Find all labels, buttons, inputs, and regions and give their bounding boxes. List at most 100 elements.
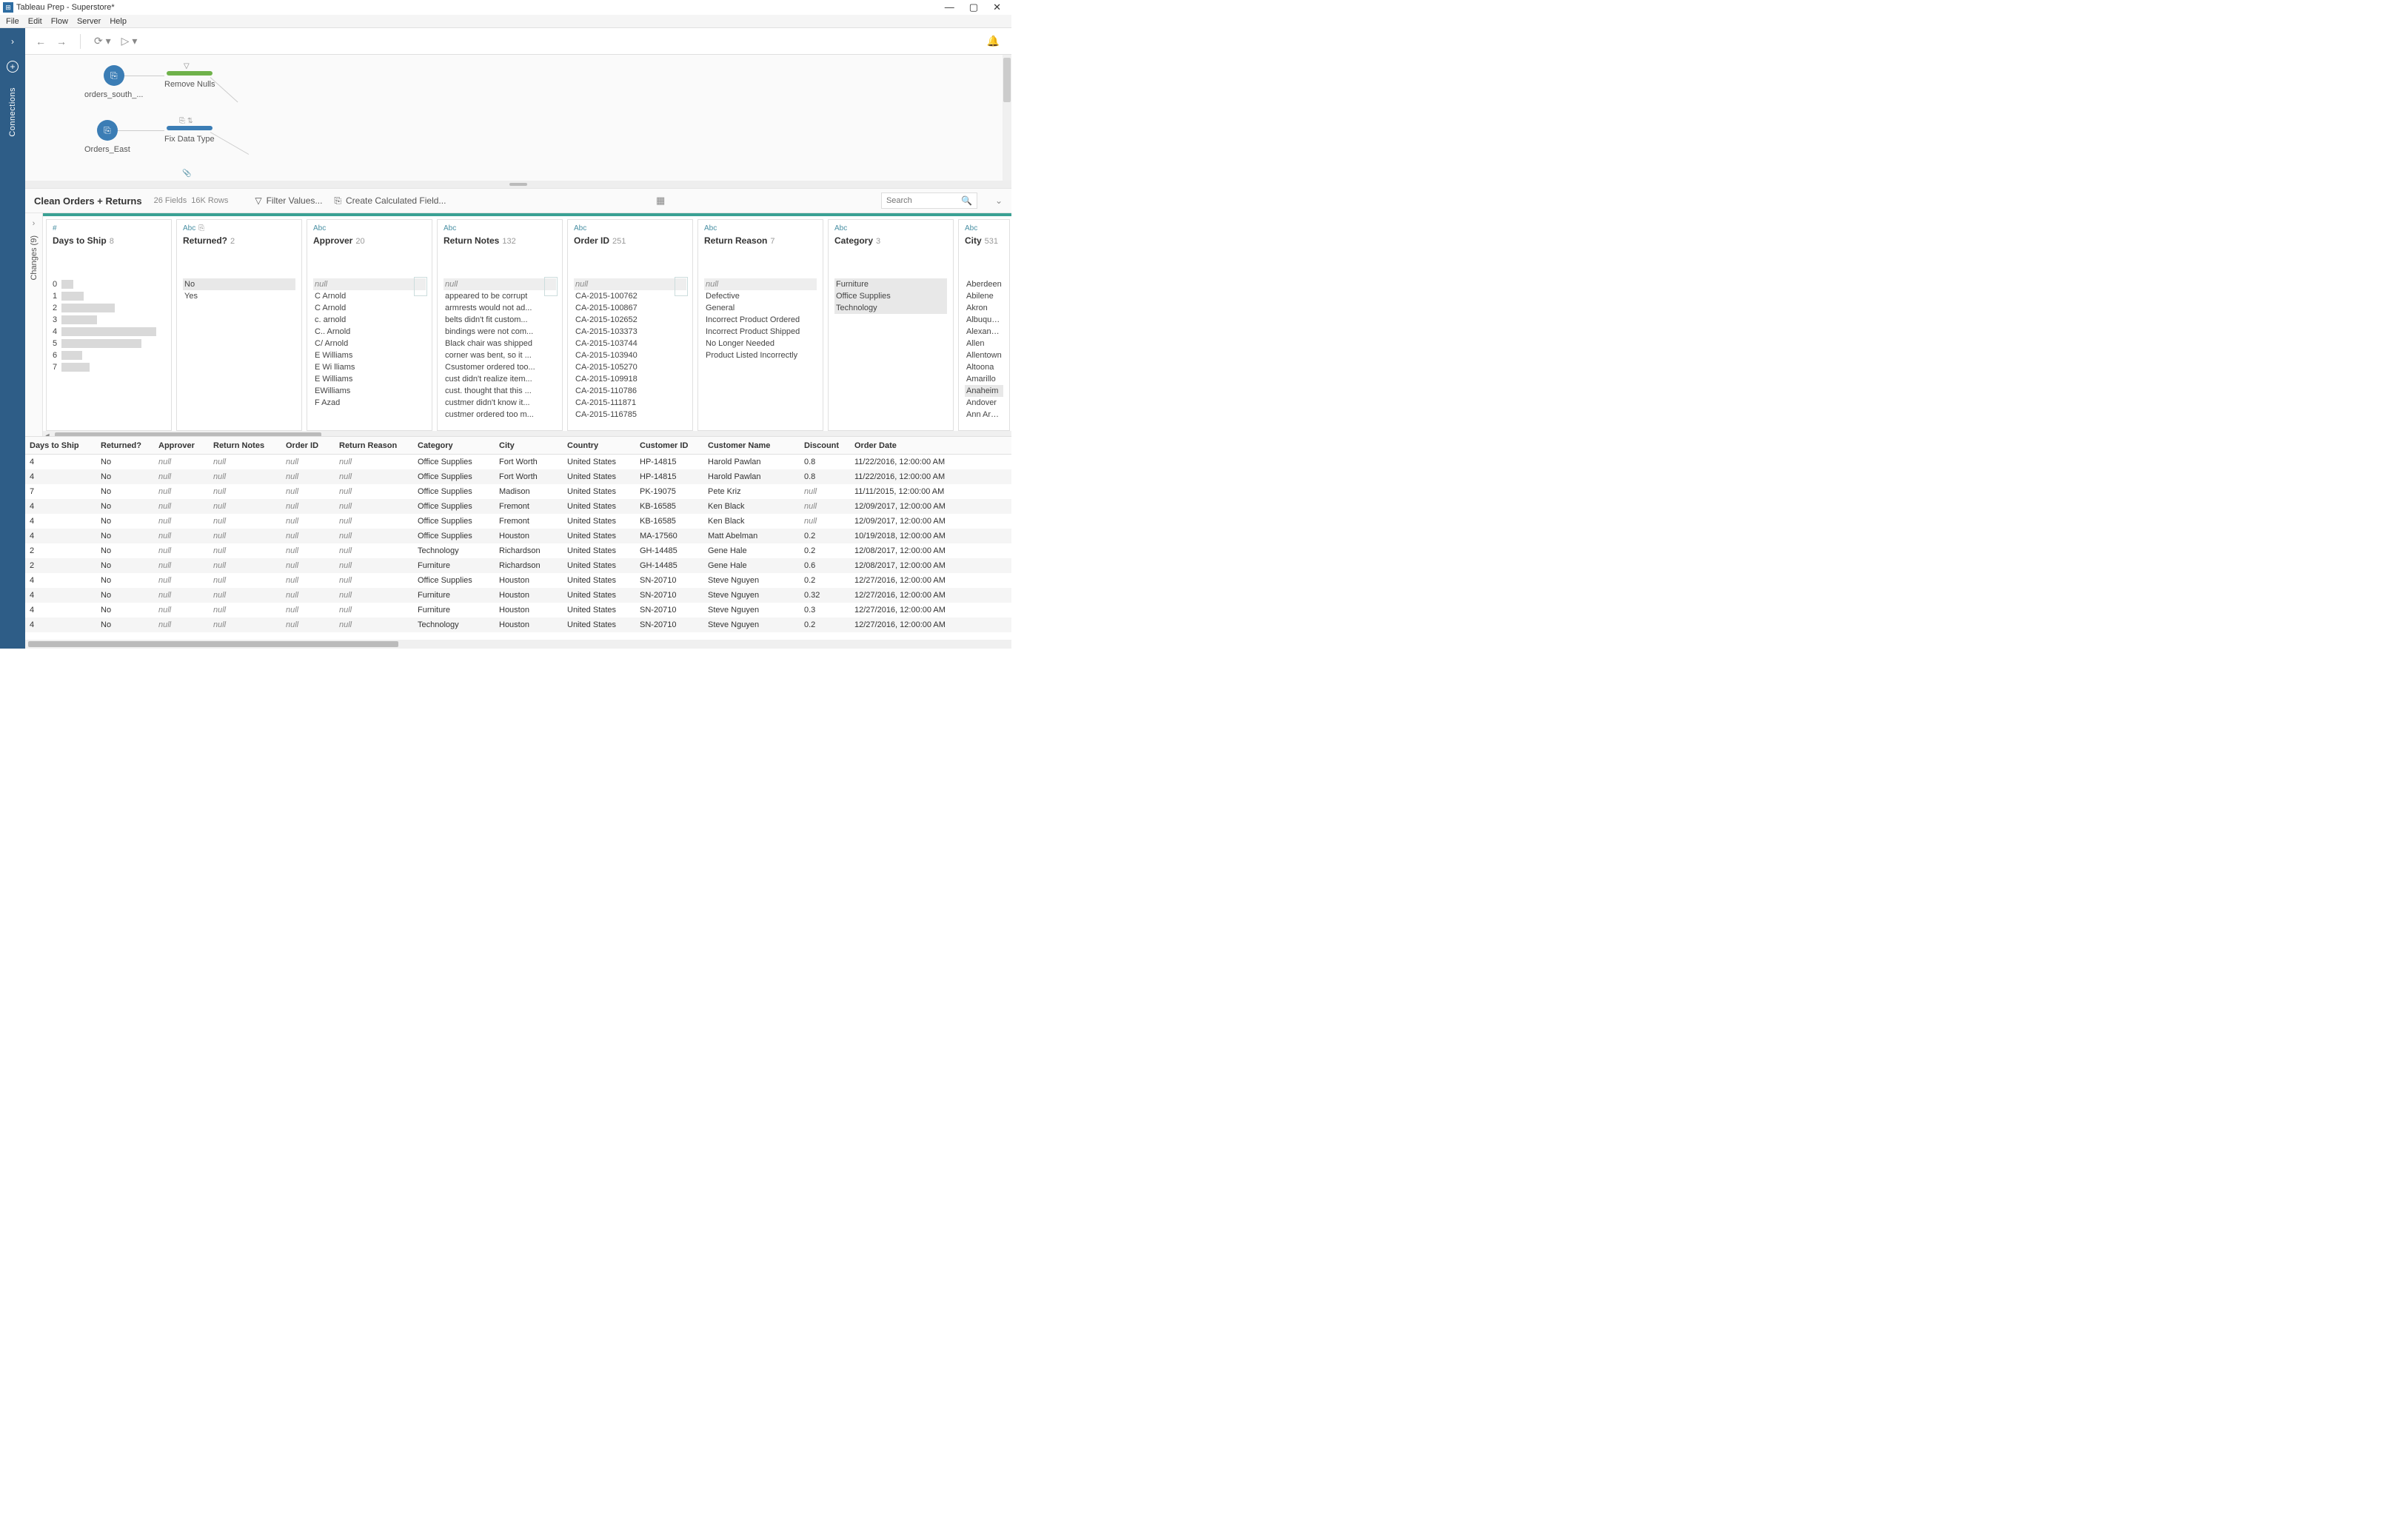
value-item[interactable]: Csustomer ordered too... (444, 361, 556, 373)
flow-canvas[interactable]: ▽ ⎘ ⇅ 📎 ⎘ orders_south_... Remove Nulls … (25, 55, 1011, 181)
table-row[interactable]: 4NonullnullnullnullOffice SuppliesFort W… (25, 455, 1011, 469)
profile-hscroll[interactable]: ◄ (43, 431, 1011, 436)
value-item[interactable]: corner was bent, so it ... (444, 349, 556, 361)
column-header[interactable]: Customer Name (703, 441, 800, 450)
value-item[interactable]: E Williams (313, 373, 426, 385)
profile-card[interactable]: AbcOrder ID251nullCA-2015-100762CA-2015-… (567, 219, 693, 431)
value-item[interactable]: Amarillo (965, 373, 1003, 385)
value-item[interactable]: Anaheim (965, 385, 1003, 397)
sidebar-toggle[interactable]: › (0, 28, 25, 55)
value-item[interactable]: cust didn't realize item... (444, 373, 556, 385)
value-item[interactable]: Allen (965, 338, 1003, 349)
column-header[interactable]: Category (413, 441, 495, 450)
value-item[interactable]: Office Supplies (834, 290, 947, 302)
table-row[interactable]: 4NonullnullnullnullFurnitureHoustonUnite… (25, 603, 1011, 617)
value-item[interactable]: CA-2015-103940 (574, 349, 686, 361)
value-item[interactable]: belts didn't fit custom... (444, 314, 556, 326)
menu-file[interactable]: File (6, 17, 19, 26)
value-item[interactable]: C Arnold (313, 290, 426, 302)
value-item[interactable]: cust. thought that this ... (444, 385, 556, 397)
value-item[interactable]: Incorrect Product Ordered (704, 314, 817, 326)
table-row[interactable]: 4NonullnullnullnullOffice SuppliesFort W… (25, 469, 1011, 484)
table-row[interactable]: 4NonullnullnullnullOffice SuppliesFremon… (25, 514, 1011, 529)
value-item[interactable]: No Longer Needed (704, 338, 817, 349)
maximize-button[interactable]: ▢ (969, 1, 978, 13)
column-header[interactable]: Discount (800, 441, 850, 450)
menu-edit[interactable]: Edit (28, 17, 42, 26)
histogram-bar[interactable]: 4 (53, 326, 165, 338)
histogram-bar[interactable]: 1 (53, 290, 165, 302)
value-item[interactable]: CA-2015-103744 (574, 338, 686, 349)
column-header[interactable]: Order Date (850, 441, 976, 450)
value-item[interactable]: C Arnold (313, 302, 426, 314)
filter-values-button[interactable]: ▽ Filter Values... (255, 195, 322, 206)
flow-node-orders-south[interactable]: ⎘ orders_south_... (84, 65, 144, 99)
value-list[interactable]: NoYes (177, 275, 301, 430)
column-header[interactable]: City (495, 441, 563, 450)
add-connection-button[interactable]: + (7, 61, 19, 73)
value-list[interactable]: nullC ArnoldC Arnoldc. arnoldC.. ArnoldC… (307, 275, 432, 430)
histogram-bar[interactable]: 7 (53, 361, 165, 373)
value-item[interactable]: CA-2015-116785 (574, 409, 686, 421)
value-item[interactable]: appeared to be corrupt (444, 290, 556, 302)
table-row[interactable]: 2NonullnullnullnullTechnologyRichardsonU… (25, 543, 1011, 558)
table-row[interactable]: 2NonullnullnullnullFurnitureRichardsonUn… (25, 558, 1011, 573)
value-item[interactable]: null (313, 278, 426, 290)
search-box[interactable]: 🔍 (881, 192, 977, 209)
menu-help[interactable]: Help (110, 17, 127, 26)
back-button[interactable]: ← (36, 36, 46, 47)
refresh-button[interactable]: ⟳ ▾ (94, 35, 111, 47)
value-item[interactable]: CA-2015-110786 (574, 385, 686, 397)
table-row[interactable]: 7NonullnullnullnullOffice SuppliesMadiso… (25, 484, 1011, 499)
grid-hscroll[interactable] (25, 640, 1011, 649)
value-item[interactable]: bindings were not com... (444, 326, 556, 338)
value-item[interactable]: CA-2015-111871 (574, 397, 686, 409)
value-item[interactable]: c. arnold (313, 314, 426, 326)
value-item[interactable]: custmer ordered too m... (444, 409, 556, 421)
histogram-bar[interactable]: 3 (53, 314, 165, 326)
value-item[interactable]: null (574, 278, 686, 290)
run-button[interactable]: ▷ ▾ (121, 35, 138, 47)
profile-card[interactable]: AbcReturn Notes132nullappeared to be cor… (437, 219, 563, 431)
value-item[interactable]: F Azad (313, 397, 426, 409)
histogram-bar[interactable]: 5 (53, 338, 165, 349)
value-list[interactable]: nullCA-2015-100762CA-2015-100867CA-2015-… (568, 275, 692, 430)
value-item[interactable]: CA-2015-102652 (574, 314, 686, 326)
value-item[interactable]: Ann Arbor (965, 409, 1003, 421)
grid-body[interactable]: 4NonullnullnullnullOffice SuppliesFort W… (25, 455, 1011, 640)
value-item[interactable]: Altoona (965, 361, 1003, 373)
value-item[interactable]: Akron (965, 302, 1003, 314)
value-item[interactable]: Andover (965, 397, 1003, 409)
value-item[interactable]: General (704, 302, 817, 314)
value-item[interactable]: E Wi lliams (313, 361, 426, 373)
create-calc-field-button[interactable]: ⎘ Create Calculated Field... (334, 195, 446, 207)
column-header[interactable]: Order ID (281, 441, 335, 450)
table-row[interactable]: 4NonullnullnullnullTechnologyHoustonUnit… (25, 617, 1011, 632)
value-item[interactable]: custmer didn't know it... (444, 397, 556, 409)
column-header[interactable]: Customer ID (635, 441, 703, 450)
notifications-icon[interactable]: 🔔 (987, 35, 1000, 47)
value-item[interactable]: armrests would not ad... (444, 302, 556, 314)
value-item[interactable]: Defective (704, 290, 817, 302)
histogram-bar[interactable]: 0 (53, 278, 165, 290)
profile-card[interactable]: AbcApprover20nullC ArnoldC Arnoldc. arno… (307, 219, 432, 431)
value-item[interactable]: CA-2015-103373 (574, 326, 686, 338)
histogram-bar[interactable]: 2 (53, 302, 165, 314)
minimize-button[interactable]: — (945, 1, 954, 13)
table-row[interactable]: 4NonullnullnullnullFurnitureHoustonUnite… (25, 588, 1011, 603)
column-header[interactable]: Return Reason (335, 441, 413, 450)
flow-node-orders-east[interactable]: ⎘ Orders_East (84, 120, 130, 154)
forward-button[interactable]: → (56, 36, 67, 47)
column-header[interactable]: Country (563, 441, 635, 450)
value-list[interactable]: nullDefectiveGeneralIncorrect Product Or… (698, 275, 823, 430)
value-item[interactable]: CA-2015-105270 (574, 361, 686, 373)
value-item[interactable]: Product Listed Incorrectly (704, 349, 817, 361)
search-input[interactable] (886, 196, 961, 205)
value-item[interactable]: CA-2015-100867 (574, 302, 686, 314)
value-item[interactable]: Black chair was shipped (444, 338, 556, 349)
profile-card[interactable]: #Days to Ship801234567 (46, 219, 172, 431)
value-item[interactable]: Incorrect Product Shipped (704, 326, 817, 338)
value-item[interactable]: Technology (834, 302, 947, 314)
collapse-chevron[interactable]: ⌄ (995, 195, 1003, 206)
pane-divider[interactable] (25, 181, 1011, 188)
